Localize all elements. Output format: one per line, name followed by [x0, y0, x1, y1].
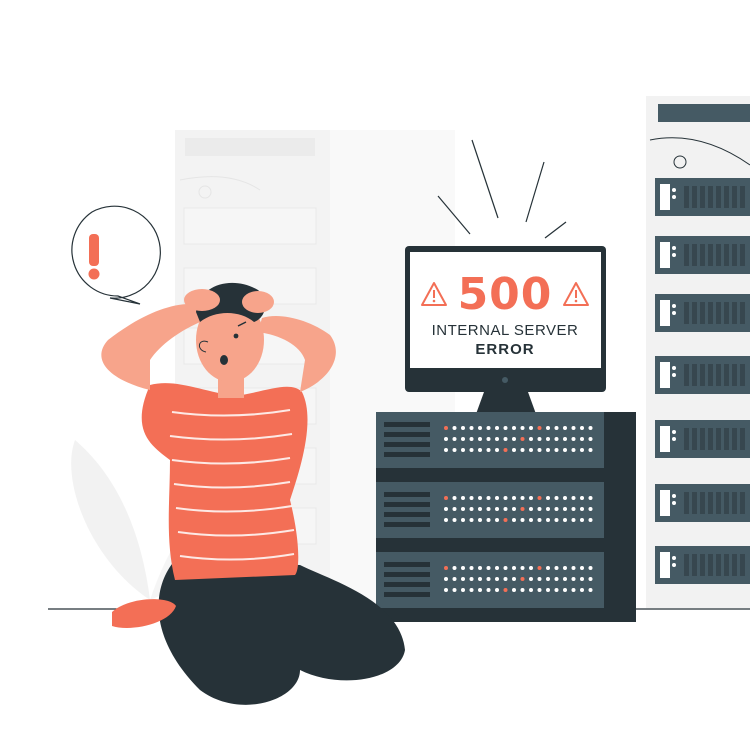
speech-bubble: [71, 205, 161, 305]
rack-unit: [655, 420, 750, 458]
error-code-row: 500: [412, 262, 598, 326]
rack-unit: [655, 546, 750, 584]
rack-unit: [655, 484, 750, 522]
warning-icon: [563, 282, 590, 306]
error-code: 500: [457, 268, 553, 320]
rack-unit: [655, 294, 750, 332]
rack-unit: [655, 178, 750, 216]
server-unit: [376, 552, 636, 622]
error-screen: 500 INTERNAL SERVER ERROR: [412, 262, 598, 358]
rack-unit: [655, 236, 750, 274]
scene-artwork: [48, 96, 750, 705]
right-server-rack: [646, 96, 750, 608]
exclamation-icon: [89, 234, 99, 266]
rack-unit: [655, 356, 750, 394]
error-illustration: 500 INTERNAL SERVER ERROR: [0, 0, 750, 750]
server-stack: [376, 412, 636, 622]
server-unit: [376, 482, 636, 552]
warning-icon: [420, 282, 447, 306]
error-message-line-1: INTERNAL SERVER: [431, 322, 579, 339]
error-message-line-2: ERROR: [475, 341, 535, 358]
alert-burst-lines: [437, 139, 567, 239]
server-unit: [376, 412, 636, 482]
